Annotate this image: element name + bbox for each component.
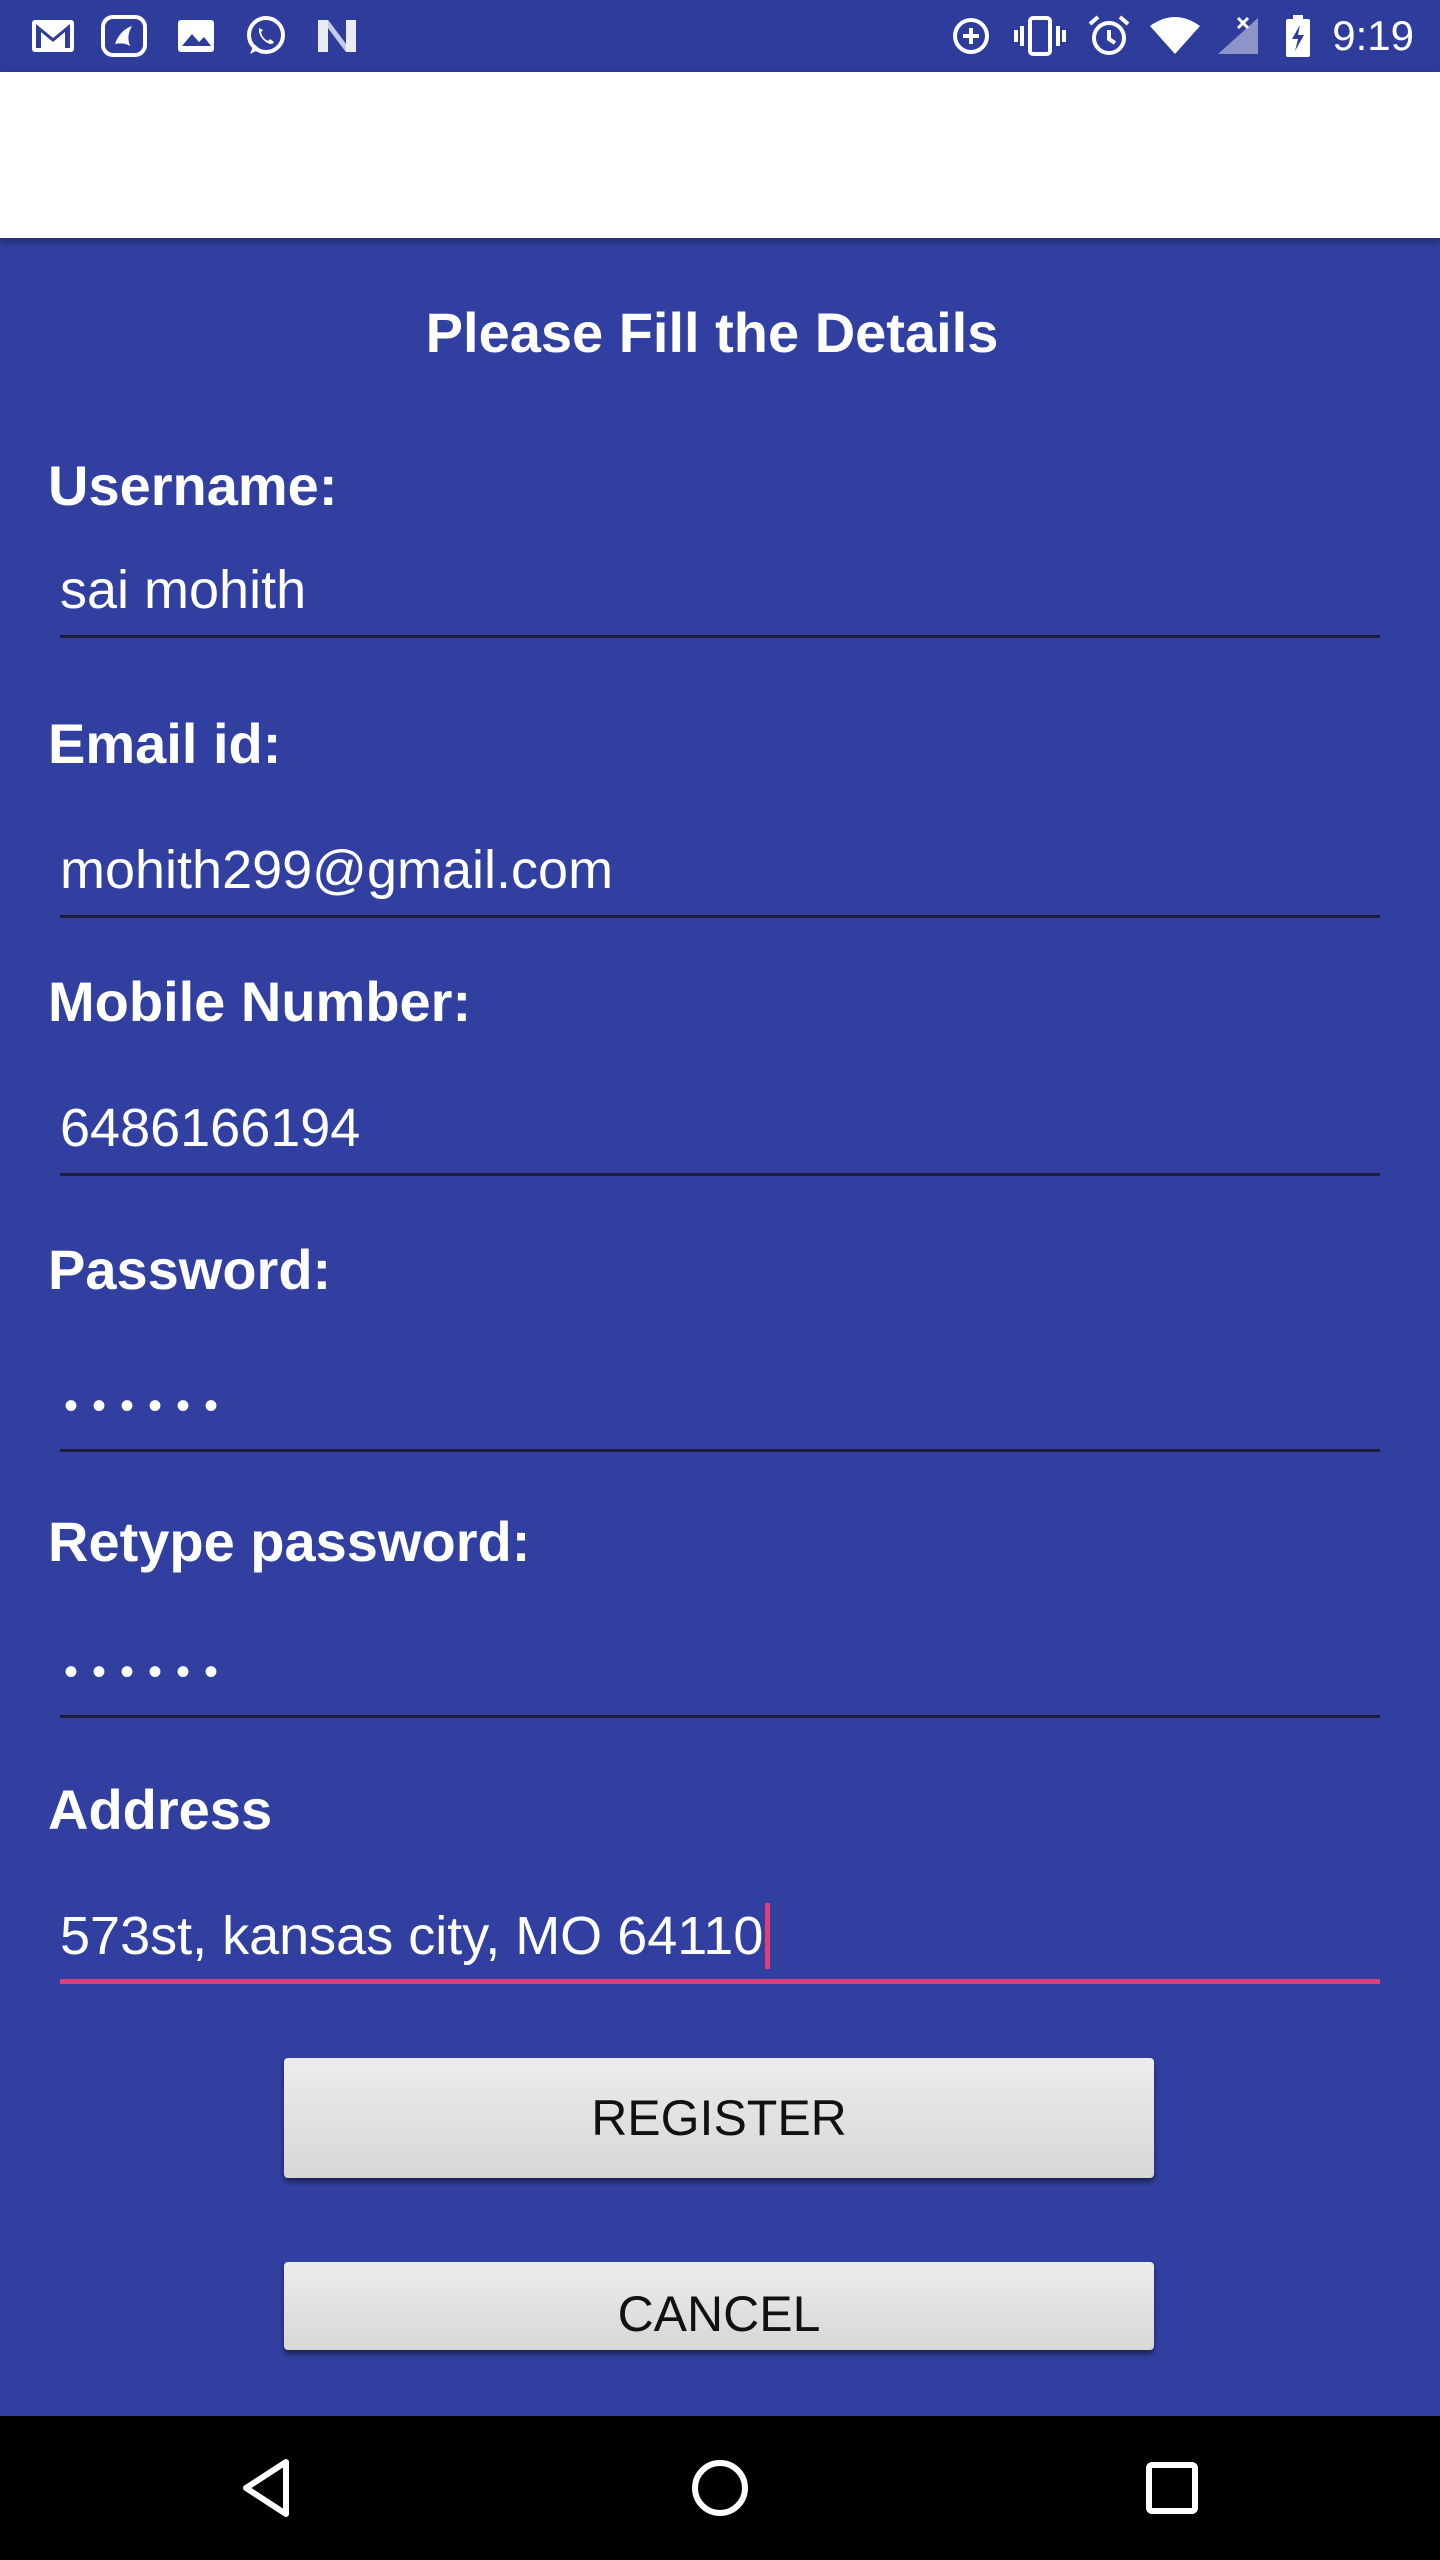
address-value: 573st, kansas city, MO 64110: [60, 1906, 764, 1966]
status-bar: 9:19: [0, 0, 1440, 72]
alarm-icon: [1088, 15, 1130, 55]
password-input[interactable]: ••••••: [60, 1368, 1380, 1452]
register-button[interactable]: REGISTER: [284, 2058, 1154, 2178]
register-screen: 9:19 Please Fill the Details Username: s…: [0, 0, 1440, 2560]
mobile-input[interactable]: 6486166194: [60, 1092, 1380, 1176]
email-label: Email id:: [48, 712, 282, 775]
back-icon[interactable]: [230, 2448, 310, 2528]
form-title: Please Fill the Details: [425, 301, 999, 364]
app-bar: [0, 72, 1440, 238]
n-app-icon: [318, 20, 356, 52]
saavn-icon: [101, 15, 147, 57]
wifi-icon: [1150, 17, 1200, 54]
mobile-label: Mobile Number:: [48, 970, 472, 1033]
address-input[interactable]: 573st, kansas city, MO 64110: [60, 1900, 1380, 1984]
status-time: 9:19: [1332, 12, 1414, 59]
registration-form: Please Fill the Details Username: sai mo…: [0, 238, 1440, 2416]
text-cursor: [765, 1902, 771, 1969]
email-input[interactable]: mohith299@gmail.com: [60, 834, 1380, 918]
username-input[interactable]: sai mohith: [60, 554, 1380, 638]
gmail-icon: [32, 20, 74, 52]
whatsapp-icon: [247, 16, 285, 54]
recents-icon[interactable]: [1132, 2448, 1212, 2528]
signal-icon: [1218, 16, 1258, 54]
navigation-bar: [0, 2416, 1440, 2560]
retype-password-input[interactable]: ••••••: [60, 1634, 1380, 1718]
gallery-icon: [178, 20, 214, 52]
password-label: Password:: [48, 1238, 332, 1301]
data-saver-icon: [953, 18, 989, 54]
username-label: Username:: [48, 454, 338, 517]
retype-password-label: Retype password:: [48, 1510, 531, 1573]
home-icon[interactable]: [680, 2448, 760, 2528]
address-label: Address: [48, 1778, 273, 1841]
vibrate-icon: [1014, 16, 1066, 56]
battery-charging-icon: [1286, 15, 1310, 57]
cancel-button[interactable]: CANCEL: [284, 2262, 1154, 2350]
